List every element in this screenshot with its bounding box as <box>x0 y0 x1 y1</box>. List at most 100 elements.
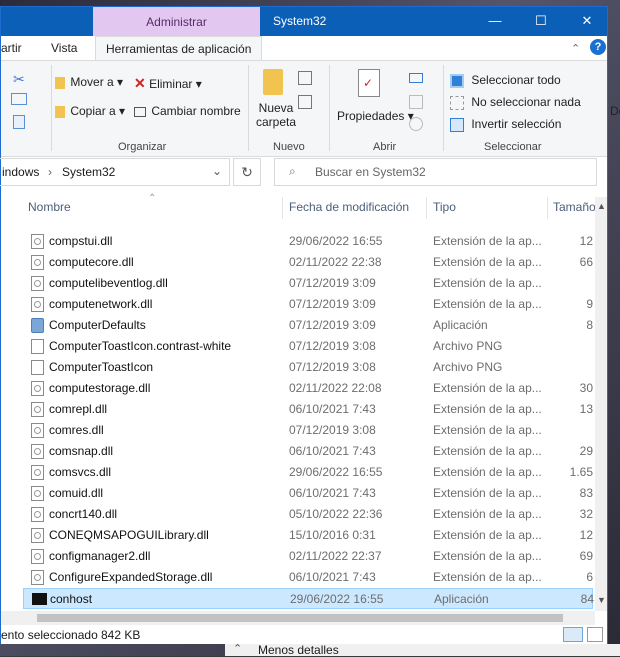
history-icon[interactable] <box>409 117 423 131</box>
dll-file-icon <box>31 549 44 564</box>
scroll-up-icon[interactable]: ▲ <box>597 201 606 211</box>
invert-selection-button[interactable]: Invertir selección <box>450 117 561 132</box>
file-type: Extensión de la ap... <box>433 549 542 563</box>
new-folder-button[interactable]: Nueva carpeta <box>256 101 296 129</box>
close-button[interactable]: ✕ <box>564 7 610 36</box>
scroll-down-icon[interactable]: ▼ <box>597 595 606 605</box>
column-size[interactable]: Tamaño <box>553 200 596 214</box>
maximize-button[interactable]: ☐ <box>518 7 564 36</box>
delete-button[interactable]: ✕ Eliminar ▾ <box>134 75 202 92</box>
file-size: 66 <box>579 255 593 269</box>
tab-compartir[interactable]: artir <box>1 41 22 55</box>
large-icons-view-icon[interactable] <box>587 627 603 642</box>
column-type[interactable]: Tipo <box>433 200 456 214</box>
chevron-up-circle-icon[interactable]: ⌃ <box>233 642 242 655</box>
help-icon[interactable]: ? <box>590 39 606 55</box>
file-row[interactable]: CONEQMSAPOGUILibrary.dll 15/10/2016 0:31 E… <box>23 525 593 546</box>
paste-shortcut-icon[interactable] <box>13 115 25 129</box>
file-name: comsvcs.dll <box>49 465 112 479</box>
dll-file-icon <box>31 528 44 543</box>
move-to-button[interactable]: Mover a ▾ <box>55 75 123 89</box>
file-row[interactable]: computelibeventlog.dll 07/12/2019 3:09 Ext… <box>23 273 593 294</box>
file-row[interactable]: comrepl.dll 06/10/2021 7:43 Extensión de l… <box>23 399 593 420</box>
column-name[interactable]: Nombre <box>28 200 71 214</box>
less-details-link[interactable]: Menos detalles <box>258 643 339 657</box>
file-row[interactable]: compstui.dll 29/06/2022 16:55 Extensión de… <box>23 231 593 252</box>
select-none-icon <box>450 95 464 110</box>
file-row[interactable]: ComputerToastIcon 07/12/2019 3:08 Archivo … <box>23 357 593 378</box>
file-date: 06/10/2021 7:43 <box>289 402 376 416</box>
folder-copy-icon <box>55 105 65 118</box>
rename-button[interactable]: Cambiar nombre <box>134 104 241 118</box>
file-type: Extensión de la ap... <box>433 486 542 500</box>
dll-file-icon <box>31 423 44 438</box>
file-name: computenetwork.dll <box>49 297 153 311</box>
file-row[interactable]: computestorage.dll 02/11/2022 22:08 Extens… <box>23 378 593 399</box>
copy-to-button[interactable]: Copiar a ▾ <box>55 104 125 118</box>
close-icon: ✕ <box>581 13 593 28</box>
file-size: 29 <box>579 444 593 458</box>
contextual-tab-administrar[interactable]: Administrar <box>93 7 260 36</box>
file-date: 07/12/2019 3:08 <box>289 339 376 353</box>
new-item-icon[interactable] <box>298 71 312 85</box>
file-date: 02/11/2022 22:08 <box>289 381 382 395</box>
edit-icon[interactable] <box>409 95 423 109</box>
file-type: Extensión de la ap... <box>433 507 542 521</box>
select-all-button[interactable]: Seleccionar todo <box>450 73 561 88</box>
horizontal-scrollbar[interactable] <box>1 611 595 625</box>
file-type: Aplicación <box>433 318 488 332</box>
file-date: 07/12/2019 3:08 <box>289 360 376 374</box>
file-row[interactable]: comres.dll 07/12/2019 3:08 Extensión de la… <box>23 420 593 441</box>
easy-access-icon[interactable] <box>298 95 312 109</box>
file-row[interactable]: ComputerToastIcon.contrast-white 07/12/20… <box>23 336 593 357</box>
file-size: 12 <box>579 234 593 248</box>
file-row[interactable]: comuid.dll 06/10/2021 7:43 Extensión de la… <box>23 483 593 504</box>
minimize-icon: — <box>488 13 502 28</box>
file-row[interactable]: configmanager2.dll 02/11/2022 22:37 Extens… <box>23 546 593 567</box>
file-date: 05/10/2022 22:36 <box>289 507 383 521</box>
refresh-button[interactable]: ↻ <box>233 158 261 186</box>
group-label-abrir: Abrir <box>373 141 397 153</box>
dll-file-icon <box>31 444 44 459</box>
minimize-button[interactable]: — <box>472 7 518 36</box>
file-row[interactable]: ComputerDefaults 07/12/2019 3:09 Aplicació… <box>23 315 593 336</box>
breadcrumb-windows[interactable]: indows <box>2 165 39 179</box>
copy-path-icon[interactable] <box>11 93 27 105</box>
address-bar[interactable]: indows › System32 ⌄ <box>0 158 230 186</box>
search-box[interactable]: ⌕ Buscar en System32 <box>274 158 597 186</box>
file-row[interactable]: computecore.dll 02/11/2022 22:38 Extensión… <box>23 252 593 273</box>
file-name: ComputerDefaults <box>49 318 146 332</box>
properties-button[interactable]: Propiedades ▾ <box>337 109 414 123</box>
open-icon[interactable] <box>409 73 423 83</box>
file-date: 06/10/2021 7:43 <box>289 570 376 584</box>
file-row[interactable]: comsnap.dll 06/10/2021 7:43 Extensión de l… <box>23 441 593 462</box>
file-size: 9 <box>586 297 593 311</box>
file-row[interactable]: ConfigureExpandedStorage.dll 06/10/2021 7… <box>23 567 593 588</box>
file-size: 30 <box>579 381 593 395</box>
column-date[interactable]: Fecha de modificación <box>289 200 409 214</box>
horizontal-scroll-thumb[interactable] <box>37 614 563 622</box>
file-date: 15/10/2016 0:31 <box>289 528 376 542</box>
file-name: computestorage.dll <box>49 381 151 395</box>
maximize-icon: ☐ <box>535 13 547 28</box>
select-none-button[interactable]: No seleccionar nada <box>450 95 581 110</box>
address-dropdown-icon[interactable]: ⌄ <box>212 164 222 178</box>
vertical-scrollbar[interactable]: ▲ ▼ <box>595 197 607 611</box>
details-view-icon[interactable] <box>563 627 583 642</box>
file-row[interactable]: computenetwork.dll 07/12/2019 3:09 Extensi… <box>23 294 593 315</box>
file-name: ComputerToastIcon.contrast-white <box>49 339 232 353</box>
scissors-icon[interactable]: ✂ <box>13 71 25 88</box>
file-name: CONEQMSAPOGUILibrary.dll <box>49 528 209 542</box>
tab-vista[interactable]: Vista <box>51 41 77 55</box>
file-row[interactable]: conhost 29/06/2022 16:55 Aplicación 84 <box>23 588 594 609</box>
background-window-text: De <box>610 104 620 118</box>
file-row[interactable]: comsvcs.dll 29/06/2022 16:55 Extensión de … <box>23 462 593 483</box>
dll-file-icon <box>31 465 44 480</box>
file-row[interactable]: concrt140.dll 05/10/2022 22:36 Extensión d… <box>23 504 593 525</box>
file-size: 12 <box>579 528 593 542</box>
breadcrumb-system32[interactable]: System32 <box>62 165 115 179</box>
file-size: 84 <box>580 592 594 606</box>
navigation-bar: indows › System32 ⌄ ↻ ⌕ Buscar en System… <box>0 157 607 197</box>
ribbon-collapse-icon[interactable]: ⌃ <box>571 42 580 55</box>
tab-herramientas-aplicacion[interactable]: Herramientas de aplicación <box>95 36 263 61</box>
